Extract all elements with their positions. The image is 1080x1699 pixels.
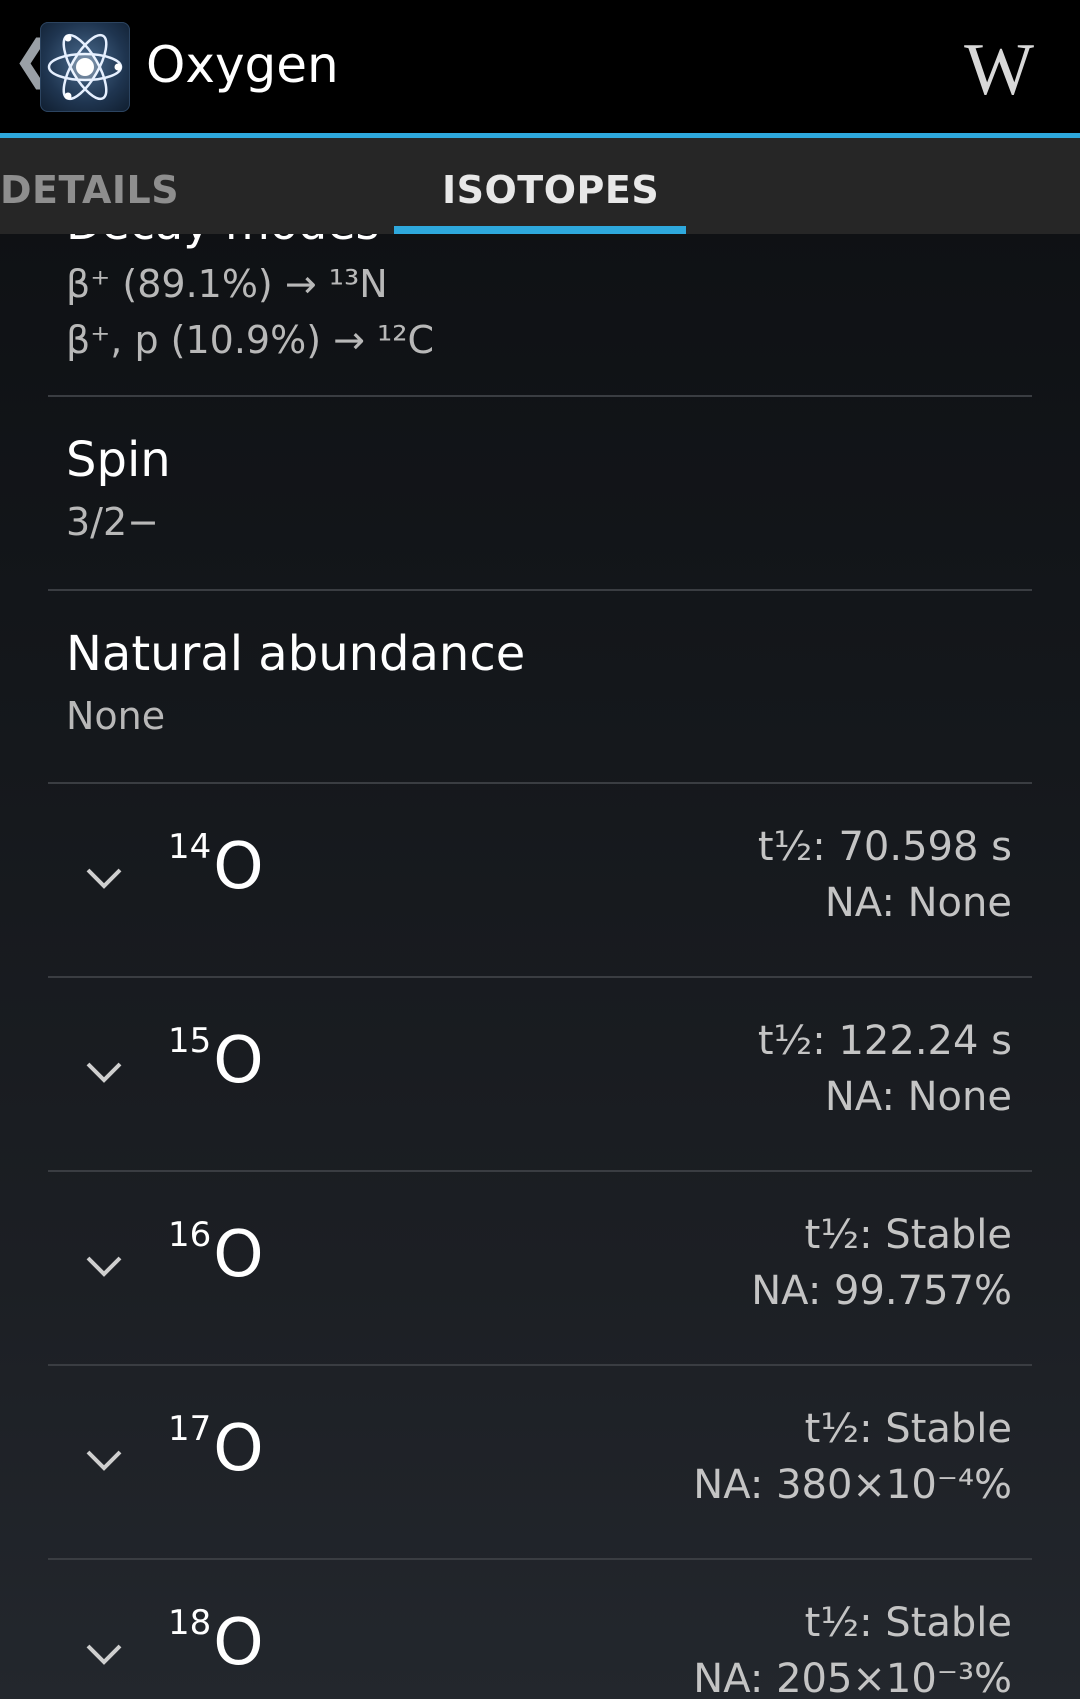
chevron-down-icon[interactable]	[82, 856, 126, 900]
isotope-symbol: 18O	[168, 1603, 264, 1680]
app-title: Oxygen	[146, 36, 339, 94]
natural-abundance: NA: 380×10⁻⁴%	[693, 1462, 1012, 1508]
isotope-row-14[interactable]: 14O t½: 70.598 s NA: None	[0, 786, 1080, 980]
isotope-row-17[interactable]: 17O t½: Stable NA: 380×10⁻⁴%	[0, 1368, 1080, 1562]
tab-bar: DETAILS ISOTOPES	[0, 138, 1080, 234]
tab-details[interactable]: DETAILS	[0, 168, 179, 212]
chevron-down-icon[interactable]	[82, 1244, 126, 1288]
natural-abundance: NA: None	[824, 880, 1012, 926]
divider	[48, 589, 1032, 591]
half-life: t½: 122.24 s	[757, 1018, 1012, 1064]
isotope-symbol: 14O	[168, 827, 264, 904]
isotope-symbol: 16O	[168, 1215, 264, 1292]
half-life: t½: Stable	[804, 1406, 1012, 1452]
divider	[48, 976, 1032, 978]
chevron-down-icon[interactable]	[82, 1050, 126, 1094]
action-bar: ❮ Oxygen W	[0, 0, 1080, 133]
natural-abundance: NA: 205×10⁻³%	[693, 1656, 1012, 1699]
isotope-row-18[interactable]: 18O t½: Stable NA: 205×10⁻³%	[0, 1562, 1080, 1699]
atom-icon[interactable]	[40, 22, 130, 112]
tab-selected-indicator	[394, 226, 686, 234]
chevron-down-icon[interactable]	[82, 1438, 126, 1482]
half-life: t½: Stable	[804, 1212, 1012, 1258]
isotope-row-16[interactable]: 16O t½: Stable NA: 99.757%	[0, 1174, 1080, 1368]
natural-abundance: NA: 99.757%	[751, 1268, 1012, 1314]
isotope-symbol: 15O	[168, 1021, 264, 1098]
divider	[48, 1364, 1032, 1366]
decay-mode-2: β⁺, p (10.9%) → ¹²C	[66, 318, 435, 362]
half-life: t½: 70.598 s	[757, 824, 1012, 870]
tab-isotopes[interactable]: ISOTOPES	[442, 168, 659, 212]
half-life: t½: Stable	[804, 1600, 1012, 1646]
divider	[48, 782, 1032, 784]
natural-abundance-label: Natural abundance	[66, 626, 526, 682]
isotope-symbol: 17O	[168, 1409, 264, 1486]
isotope-row-15[interactable]: 15O t½: 122.24 s NA: None	[0, 980, 1080, 1174]
spin-value: 3/2−	[66, 500, 159, 544]
divider	[48, 1170, 1032, 1172]
divider	[48, 395, 1032, 397]
chevron-down-icon[interactable]	[82, 1632, 126, 1676]
divider	[48, 1558, 1032, 1560]
spin-label: Spin	[66, 432, 171, 488]
natural-abundance: NA: None	[824, 1074, 1012, 1120]
wikipedia-icon[interactable]: W	[964, 28, 1034, 113]
decay-mode-1: β⁺ (89.1%) → ¹³N	[66, 262, 388, 306]
natural-abundance-value: None	[66, 694, 166, 738]
